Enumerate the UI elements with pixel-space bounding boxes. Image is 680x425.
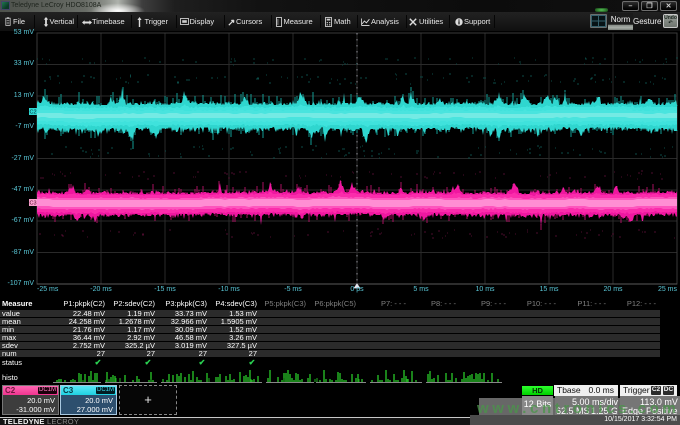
- svg-text:C3: C3: [29, 201, 36, 207]
- svg-text:C2: C2: [29, 110, 36, 116]
